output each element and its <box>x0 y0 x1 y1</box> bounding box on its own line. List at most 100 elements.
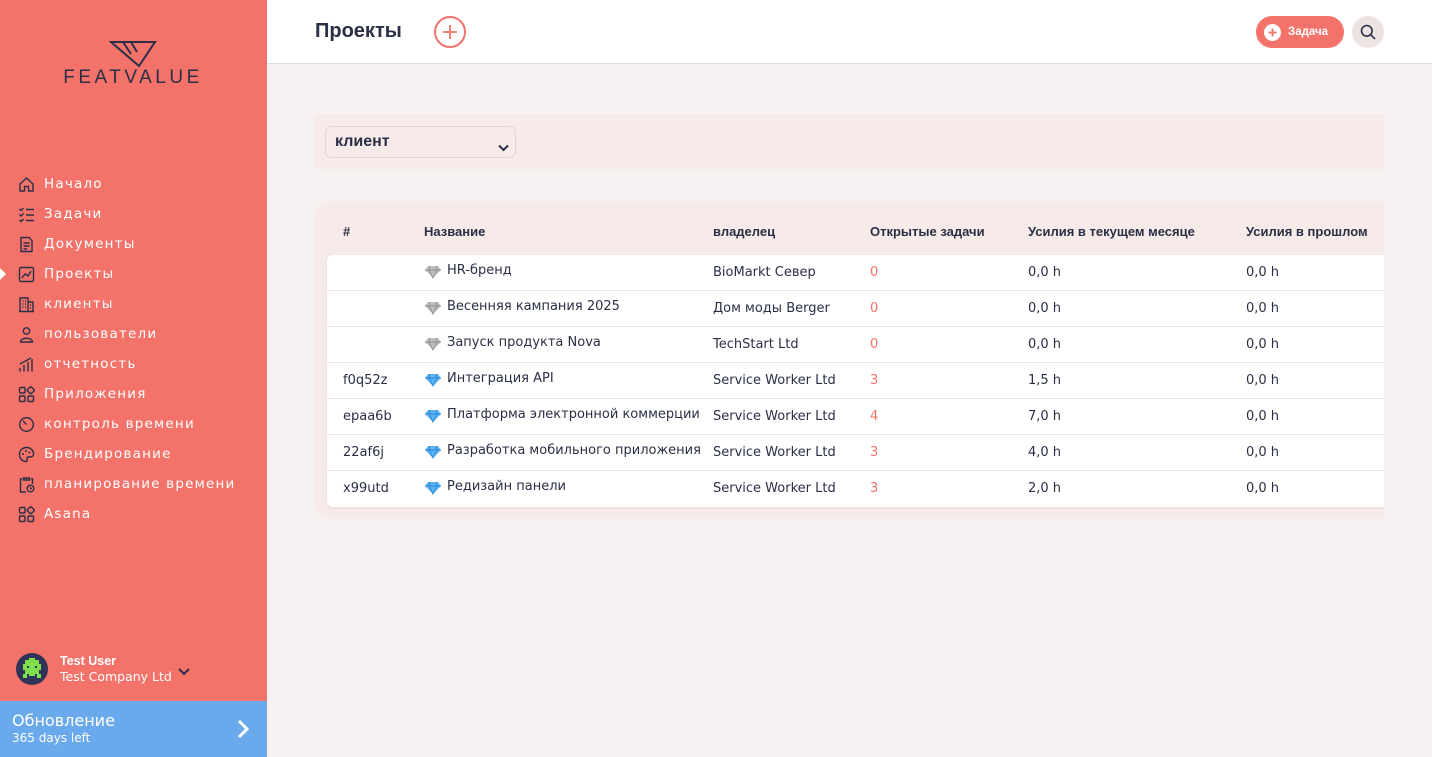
sidebar-item-tasks[interactable]: Задачи <box>0 199 267 229</box>
sidebar-item-label: Брендирование <box>44 446 172 462</box>
row-name[interactable]: Редизайн панели <box>424 478 566 495</box>
column-header-effort-previous[interactable]: Усилия в прошлом <box>1246 224 1368 239</box>
row-name-text: HR-бренд <box>447 263 512 278</box>
blue-diamond-icon <box>425 481 441 495</box>
table-row[interactable]: epaa6b Платформа электронной коммерции S… <box>327 399 1384 435</box>
sidebar-item-projects[interactable]: Проекты <box>0 259 267 289</box>
group-by-select[interactable]: клиент <box>325 126 516 158</box>
table-row[interactable]: Весенняя кампания 2025 Дом моды Berger 0… <box>327 291 1384 327</box>
table-row[interactable]: HR-бренд BioMarkt Север 0 0,0 h 0,0 h <box>327 255 1384 291</box>
plus-icon <box>443 25 457 39</box>
page-title: Проекты <box>315 20 402 42</box>
column-header-owner[interactable]: владелец <box>713 224 775 239</box>
row-open-tasks[interactable]: 3 <box>870 445 878 460</box>
search-icon <box>1360 24 1376 40</box>
sidebar-item-branding[interactable]: Брендирование <box>0 439 267 469</box>
sidebar-item-label: Начало <box>44 176 103 192</box>
row-id: epaa6b <box>343 409 392 424</box>
row-name[interactable]: Разработка мобильного приложения <box>424 442 701 459</box>
row-name-text: Интеграция API <box>447 371 554 386</box>
new-task-button[interactable]: Задача <box>1256 16 1344 48</box>
chevron-right-icon <box>236 719 250 743</box>
blue-diamond-icon <box>425 373 441 387</box>
building-icon <box>17 295 35 313</box>
row-effort-previous: 0,0 h <box>1246 409 1280 424</box>
sidebar-item-label: отчетность <box>44 356 137 372</box>
search-button[interactable] <box>1352 16 1384 48</box>
sidebar-item-label: Приложения <box>44 386 147 402</box>
sidebar-item-documents[interactable]: Документы <box>0 229 267 259</box>
pixel-avatar-icon <box>23 658 41 678</box>
sidebar-item-label: планирование времени <box>44 476 236 492</box>
row-effort-current: 0,0 h <box>1028 337 1062 352</box>
row-owner: TechStart Ltd <box>713 337 799 352</box>
row-open-tasks[interactable]: 4 <box>870 409 878 424</box>
sidebar-item-reporting[interactable]: отчетность <box>0 349 267 379</box>
row-name-text: Запуск продукта Nova <box>447 335 601 350</box>
row-owner: BioMarkt Север <box>713 265 816 280</box>
sidebar-item-time-control[interactable]: контроль времени <box>0 409 267 439</box>
blue-diamond-icon <box>425 409 441 423</box>
sidebar-item-asana[interactable]: Asana <box>0 499 267 529</box>
row-effort-current: 0,0 h <box>1028 265 1062 280</box>
sidebar-item-users[interactable]: пользователи <box>0 319 267 349</box>
update-banner[interactable]: Обновление 365 days left <box>0 701 267 757</box>
row-name[interactable]: Весенняя кампания 2025 <box>424 298 620 315</box>
row-effort-current: 2,0 h <box>1028 481 1062 496</box>
sidebar-item-label: Проекты <box>44 266 115 282</box>
row-effort-previous: 0,0 h <box>1246 301 1280 316</box>
sidebar-item-clients[interactable]: клиенты <box>0 289 267 319</box>
row-owner: Service Worker Ltd <box>713 445 836 460</box>
row-name-text: Разработка мобильного приложения <box>447 443 701 458</box>
row-id: f0q52z <box>343 373 388 388</box>
tasks-icon <box>17 205 35 223</box>
column-header-open-tasks[interactable]: Открытые задачи <box>870 224 985 239</box>
row-open-tasks[interactable]: 0 <box>870 301 878 316</box>
clipboard-clock-icon <box>17 475 35 493</box>
row-open-tasks[interactable]: 3 <box>870 373 878 388</box>
row-effort-current: 4,0 h <box>1028 445 1062 460</box>
chevron-down-icon[interactable] <box>178 661 190 680</box>
row-open-tasks[interactable]: 0 <box>870 265 878 280</box>
row-name-text: Весенняя кампания 2025 <box>447 299 620 314</box>
update-days-left: 365 days left <box>12 731 91 745</box>
logo-text: FEATVALUE <box>63 67 203 88</box>
row-effort-previous: 0,0 h <box>1246 373 1280 388</box>
projects-icon <box>17 265 35 283</box>
row-owner: Service Worker Ltd <box>713 481 836 496</box>
table-row[interactable]: x99utd Редизайн панели Service Worker Lt… <box>327 471 1384 507</box>
row-name[interactable]: Интеграция API <box>424 370 554 387</box>
sidebar-item-home[interactable]: Начало <box>0 169 267 199</box>
column-header-name[interactable]: Название <box>424 224 485 239</box>
row-owner: Service Worker Ltd <box>713 409 836 424</box>
row-name[interactable]: Запуск продукта Nova <box>424 334 601 351</box>
table-row[interactable]: f0q52z Интеграция API Service Worker Ltd… <box>327 363 1384 399</box>
home-icon <box>17 175 35 193</box>
row-name[interactable]: Платформа электронной коммерции <box>424 406 700 423</box>
logo[interactable]: FEATVALUE <box>47 40 219 90</box>
logo-mark-icon <box>109 41 157 68</box>
user-icon <box>17 325 35 343</box>
row-open-tasks[interactable]: 0 <box>870 337 878 352</box>
column-header-effort-current[interactable]: Усилия в текущем месяце <box>1028 224 1195 239</box>
add-project-button[interactable] <box>434 16 466 48</box>
row-effort-previous: 0,0 h <box>1246 337 1280 352</box>
timer-icon <box>17 415 35 433</box>
top-header: Проекты Задача <box>267 0 1432 64</box>
table-body: HR-бренд BioMarkt Север 0 0,0 h 0,0 h Ве… <box>327 255 1384 507</box>
sidebar-item-label: Документы <box>44 236 136 252</box>
row-open-tasks[interactable]: 3 <box>870 481 878 496</box>
table-header: # Название владелец Открытые задачи Усил… <box>315 201 1384 255</box>
sidebar-item-time-planning[interactable]: планирование времени <box>0 469 267 499</box>
sidebar-nav: Начало Задачи Документы Проекты клиенты <box>0 169 267 529</box>
plus-icon <box>1264 23 1281 41</box>
palette-icon <box>17 445 35 463</box>
table-row[interactable]: 22af6j Разработка мобильного приложения … <box>327 435 1384 471</box>
row-id: 22af6j <box>343 445 384 460</box>
user-menu[interactable]: Test User Test Company Ltd <box>16 651 256 687</box>
sidebar-item-apps[interactable]: Приложения <box>0 379 267 409</box>
table-row[interactable]: Запуск продукта Nova TechStart Ltd 0 0,0… <box>327 327 1384 363</box>
column-header-id[interactable]: # <box>343 224 350 239</box>
row-name[interactable]: HR-бренд <box>424 262 512 279</box>
document-icon <box>17 235 35 253</box>
